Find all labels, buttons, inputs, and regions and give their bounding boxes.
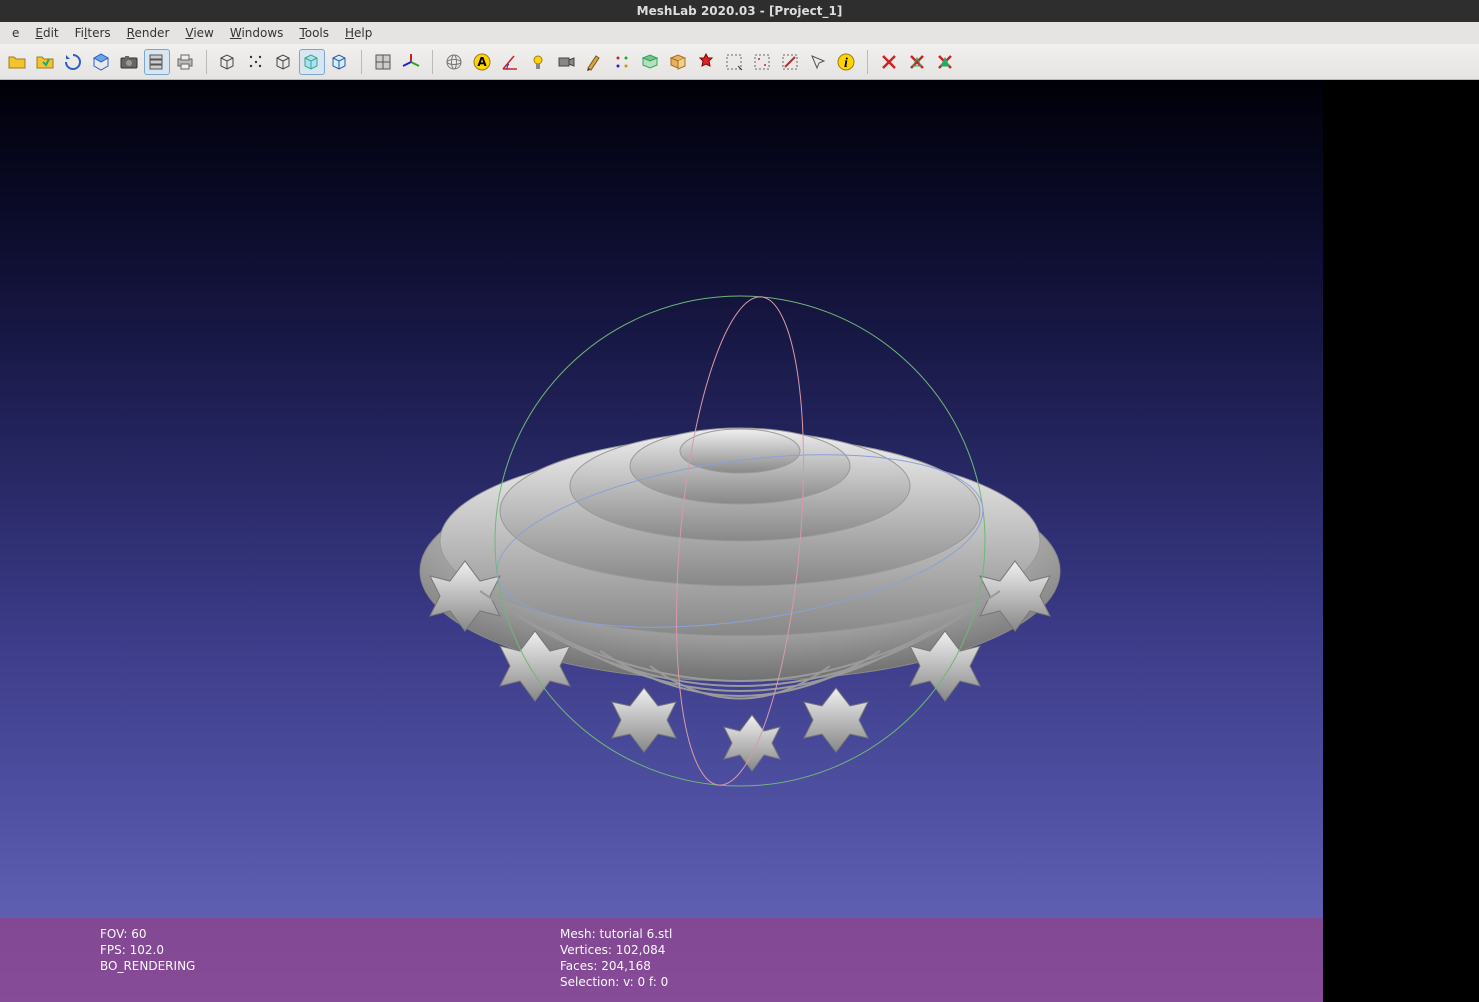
select-conn-button[interactable] <box>665 49 691 75</box>
mesh-model <box>390 291 1090 791</box>
menu-filters[interactable]: Filters <box>67 24 119 42</box>
trackball-button[interactable] <box>441 49 467 75</box>
select-face-button[interactable] <box>637 49 663 75</box>
open-project-button[interactable] <box>32 49 58 75</box>
delete-face-button[interactable] <box>904 49 930 75</box>
menubar: e Edit Filters Render View Windows Tools… <box>0 22 1479 44</box>
menu-tools[interactable]: Tools <box>291 24 337 42</box>
status-faces: Faces: 204,168 <box>560 958 1303 974</box>
status-selection: Selection: v: 0 f: 0 <box>560 974 1303 990</box>
flat-button[interactable] <box>299 49 325 75</box>
window-title: MeshLab 2020.03 - [Project_1] <box>637 4 843 18</box>
select-free-button[interactable] <box>749 49 775 75</box>
menu-edit[interactable]: Edit <box>27 24 66 42</box>
angle-button[interactable] <box>497 49 523 75</box>
svg-text:A: A <box>477 55 487 69</box>
open-file-button[interactable] <box>4 49 30 75</box>
menu-render[interactable]: Render <box>119 24 178 42</box>
toolbar-sep-3 <box>432 50 433 74</box>
select-arrow-button[interactable] <box>805 49 831 75</box>
status-fps: FPS: 102.0 <box>100 942 520 958</box>
toolbar-sep-1 <box>206 50 207 74</box>
viewport-side-strip <box>1323 80 1479 1002</box>
backface-button[interactable] <box>370 49 396 75</box>
status-vertices: Vertices: 102,084 <box>560 942 1303 958</box>
status-overlay: FOV: 60 FPS: 102.0 BO_RENDERING Mesh: tu… <box>0 918 1323 1002</box>
menu-file[interactable]: e <box>4 24 27 42</box>
delete-vert-button[interactable] <box>876 49 902 75</box>
select-rect-button[interactable] <box>721 49 747 75</box>
status-fov: FOV: 60 <box>100 926 520 942</box>
select-vert-button[interactable] <box>609 49 635 75</box>
reload-button[interactable] <box>60 49 86 75</box>
flatlines-button[interactable] <box>327 49 353 75</box>
print-button[interactable] <box>172 49 198 75</box>
menu-help[interactable]: Help <box>337 24 380 42</box>
select-grad-button[interactable] <box>777 49 803 75</box>
window-titlebar: MeshLab 2020.03 - [Project_1] <box>0 0 1479 22</box>
plugin-button[interactable] <box>693 49 719 75</box>
status-left: FOV: 60 FPS: 102.0 BO_RENDERING <box>0 918 540 1002</box>
delete-both-button[interactable] <box>932 49 958 75</box>
light-button[interactable] <box>525 49 551 75</box>
menu-windows[interactable]: Windows <box>222 24 292 42</box>
toolbar-sep-2 <box>361 50 362 74</box>
snapshot-button[interactable] <box>116 49 142 75</box>
layers-button[interactable] <box>144 49 170 75</box>
toolbar-sep-4 <box>867 50 868 74</box>
paint-button[interactable] <box>581 49 607 75</box>
status-right: Mesh: tutorial 6.stl Vertices: 102,084 F… <box>540 918 1323 1002</box>
wireframe-button[interactable] <box>271 49 297 75</box>
svg-text:i: i <box>844 56 848 71</box>
viewport-3d[interactable]: FOV: 60 FPS: 102.0 BO_RENDERING Mesh: tu… <box>0 80 1479 1002</box>
toolbar: A i <box>0 44 1479 80</box>
status-mesh: Mesh: tutorial 6.stl <box>560 926 1303 942</box>
annotate-button[interactable]: A <box>469 49 495 75</box>
camera-button[interactable] <box>553 49 579 75</box>
points-button[interactable] <box>243 49 269 75</box>
menu-view[interactable]: View <box>177 24 221 42</box>
export-button[interactable] <box>88 49 114 75</box>
status-rendering: BO_RENDERING <box>100 958 520 974</box>
bbox-button[interactable] <box>215 49 241 75</box>
info-button[interactable]: i <box>833 49 859 75</box>
axes-button[interactable] <box>398 49 424 75</box>
